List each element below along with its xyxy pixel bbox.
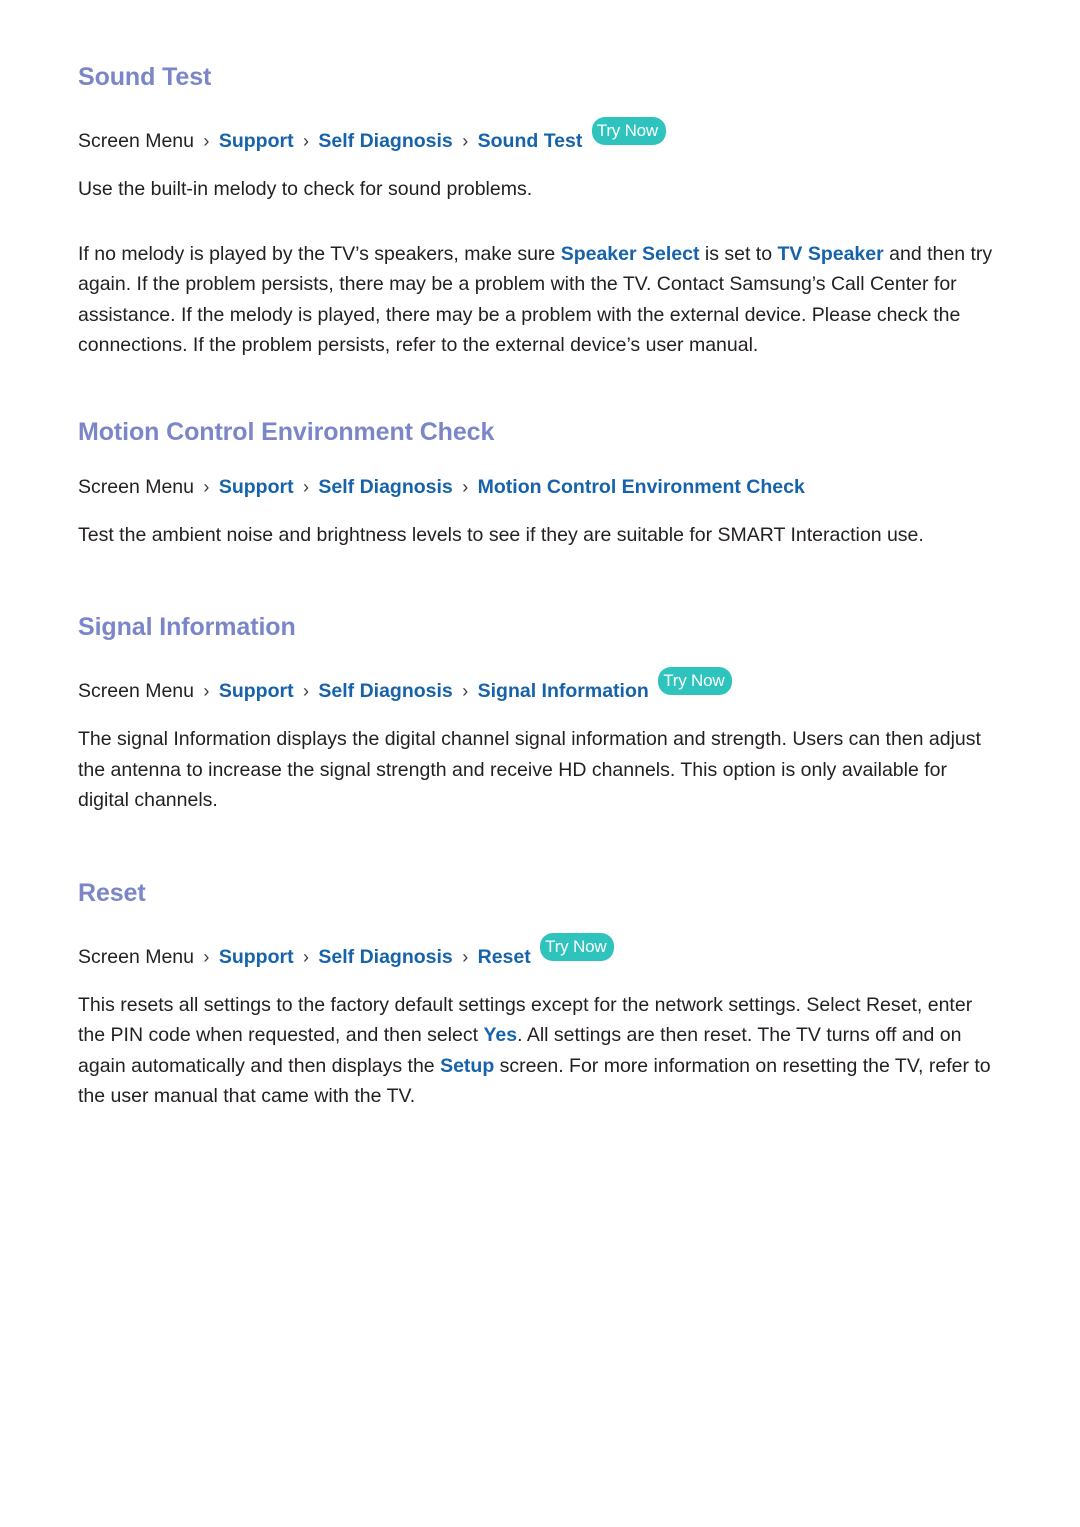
breadcrumb-link-support[interactable]: Support bbox=[219, 946, 294, 968]
breadcrumb-separator-icon: › bbox=[203, 131, 210, 151]
breadcrumb-separator-icon: › bbox=[203, 681, 210, 701]
breadcrumb-separator-icon: › bbox=[302, 476, 309, 497]
section-divider-space bbox=[78, 856, 1002, 878]
breadcrumb-reset: Screen Menu › Support › Self Diagnosis ›… bbox=[78, 932, 1002, 970]
breadcrumb-separator-icon: › bbox=[203, 476, 210, 497]
inline-highlight-yes: Yes bbox=[483, 1024, 518, 1046]
breadcrumb-link-reset[interactable]: Reset bbox=[478, 946, 531, 968]
breadcrumb-link-support[interactable]: Support bbox=[219, 476, 294, 498]
manual-page: Sound Test Screen Menu › Support › Self … bbox=[0, 0, 1080, 1527]
text-run: Test the ambient noise and brightness le… bbox=[78, 523, 924, 546]
section-heading-motion-control-environment-check: Motion Control Environment Check bbox=[78, 417, 495, 446]
section-motion-control-environment-check: Motion Control Environment Check Screen … bbox=[78, 417, 1002, 551]
breadcrumb-prefix: Screen Menu bbox=[78, 130, 194, 152]
inline-highlight-tv-speaker: TV Speaker bbox=[777, 242, 884, 265]
breadcrumb-separator-icon: › bbox=[462, 946, 469, 967]
paragraph-motion-control-intro: Test the ambient noise and brightness le… bbox=[78, 520, 1002, 551]
breadcrumb-signal-information: Screen Menu › Support › Self Diagnosis ›… bbox=[78, 667, 1002, 704]
breadcrumb-sound-test: Screen Menu › Support › Self Diagnosis ›… bbox=[78, 117, 1002, 154]
paragraph-reset-detail: This resets all settings to the factory … bbox=[78, 990, 1002, 1112]
breadcrumb-separator-icon: › bbox=[203, 946, 210, 967]
text-run: If no melody is played by the TV’s speak… bbox=[78, 242, 561, 265]
section-heading-reset: Reset bbox=[78, 878, 146, 907]
paragraph-sound-test-detail: If no melody is played by the TV’s speak… bbox=[78, 239, 1002, 361]
section-reset: Reset Screen Menu › Support › Self Diagn… bbox=[78, 878, 1002, 1112]
breadcrumb-separator-icon: › bbox=[302, 131, 309, 151]
try-now-badge[interactable]: Try Now bbox=[591, 117, 667, 145]
section-divider-space bbox=[78, 590, 1002, 612]
breadcrumb-link-sound-test[interactable]: Sound Test bbox=[478, 130, 583, 152]
breadcrumb-separator-icon: › bbox=[462, 131, 469, 151]
breadcrumb-link-self-diagnosis[interactable]: Self Diagnosis bbox=[318, 680, 452, 702]
text-run: Use the built-in melody to check for sou… bbox=[78, 178, 533, 200]
section-heading-sound-test: Sound Test bbox=[78, 63, 212, 91]
text-run: The signal Information displays the digi… bbox=[78, 728, 981, 811]
breadcrumb-prefix: Screen Menu bbox=[78, 475, 194, 498]
inline-highlight-setup: Setup bbox=[440, 1054, 495, 1077]
breadcrumb-link-self-diagnosis[interactable]: Self Diagnosis bbox=[318, 130, 452, 152]
section-divider-space bbox=[78, 395, 1002, 417]
breadcrumb-separator-icon: › bbox=[462, 476, 469, 497]
breadcrumb-link-signal-information[interactable]: Signal Information bbox=[478, 680, 649, 702]
breadcrumb-separator-icon: › bbox=[302, 946, 309, 967]
text-run: is set to bbox=[699, 242, 778, 265]
breadcrumb-prefix: Screen Menu bbox=[78, 945, 194, 968]
breadcrumb-separator-icon: › bbox=[462, 681, 469, 701]
breadcrumb-link-self-diagnosis[interactable]: Self Diagnosis bbox=[318, 946, 452, 968]
paragraph-signal-information-intro: The signal Information displays the digi… bbox=[78, 724, 1002, 816]
breadcrumb-link-motion-control-environment-check[interactable]: Motion Control Environment Check bbox=[478, 476, 805, 498]
breadcrumb-link-support[interactable]: Support bbox=[219, 130, 294, 152]
section-heading-signal-information: Signal Information bbox=[78, 613, 296, 641]
breadcrumb-link-support[interactable]: Support bbox=[219, 680, 294, 702]
breadcrumb-prefix: Screen Menu bbox=[78, 680, 194, 702]
section-sound-test: Sound Test Screen Menu › Support › Self … bbox=[78, 62, 1002, 361]
section-signal-information: Signal Information Screen Menu › Support… bbox=[78, 612, 1002, 816]
try-now-badge[interactable]: Try Now bbox=[658, 667, 733, 695]
paragraph-sound-test-intro: Use the built-in melody to check for sou… bbox=[78, 174, 1002, 205]
breadcrumb-link-self-diagnosis[interactable]: Self Diagnosis bbox=[318, 476, 452, 498]
breadcrumb-motion-control: Screen Menu › Support › Self Diagnosis ›… bbox=[78, 474, 1002, 500]
try-now-badge[interactable]: Try Now bbox=[540, 932, 615, 961]
breadcrumb-separator-icon: › bbox=[302, 681, 309, 701]
inline-highlight-speaker-select: Speaker Select bbox=[560, 242, 700, 265]
